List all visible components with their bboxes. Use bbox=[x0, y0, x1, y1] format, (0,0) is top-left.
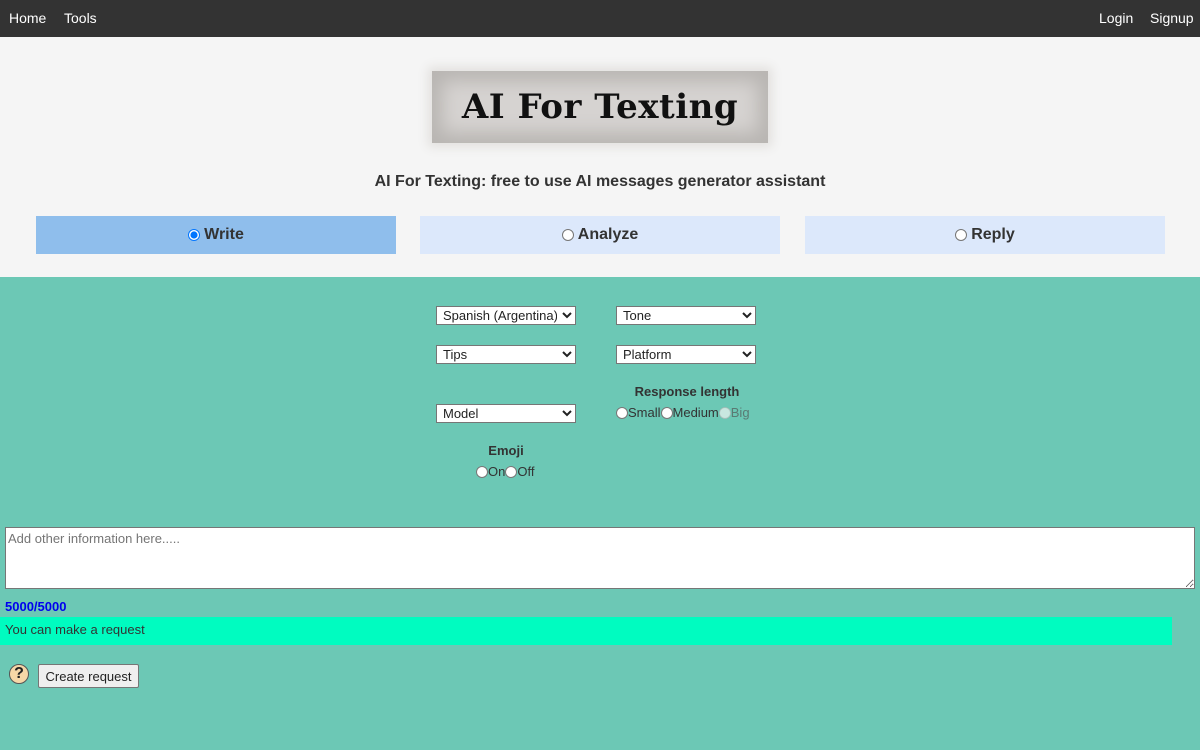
response-length-small-radio[interactable] bbox=[616, 406, 628, 419]
page-subtitle: AI For Texting: free to use AI messages … bbox=[374, 173, 826, 190]
response-length-medium-label: Medium bbox=[672, 405, 719, 420]
tab-write-label: Write bbox=[204, 226, 244, 243]
nav-login-link[interactable]: Login bbox=[1099, 0, 1133, 36]
emoji-title: Emoji bbox=[488, 443, 524, 458]
emoji-off-radio[interactable] bbox=[505, 465, 518, 478]
nav-home-link[interactable]: Home bbox=[9, 0, 46, 36]
tone-select[interactable]: Tone bbox=[616, 306, 756, 325]
model-select[interactable]: Model bbox=[436, 404, 576, 423]
response-length-big-radio[interactable] bbox=[718, 406, 731, 419]
tab-write[interactable]: Write bbox=[36, 216, 396, 254]
response-length-small-label: Small bbox=[628, 405, 661, 420]
tips-select[interactable]: Tips bbox=[436, 345, 576, 364]
tab-analyze-radio[interactable] bbox=[561, 229, 574, 241]
site-logo: AI For Texting bbox=[432, 71, 768, 143]
logo-text: AI For Texting bbox=[461, 87, 739, 127]
response-length-title: Response length bbox=[634, 384, 740, 399]
page-header: AI For Texting AI For Texting: free to u… bbox=[0, 37, 1200, 277]
emoji-on-radio[interactable] bbox=[476, 465, 488, 478]
tab-reply-label: Reply bbox=[971, 226, 1015, 243]
tab-analyze[interactable]: Analyze bbox=[420, 216, 780, 254]
emoji-on-label: On bbox=[488, 464, 506, 479]
status-message: You can make a request bbox=[0, 617, 1172, 645]
tab-reply[interactable]: Reply bbox=[805, 216, 1165, 254]
nav-tools-link[interactable]: Tools bbox=[64, 0, 97, 36]
help-symbol: ? bbox=[14, 665, 24, 682]
platform-select[interactable]: Platform bbox=[616, 345, 756, 364]
emoji-off-label: Off bbox=[517, 464, 535, 479]
create-request-button[interactable]: Create request bbox=[38, 664, 139, 688]
tab-reply-radio[interactable] bbox=[955, 229, 968, 241]
response-length-big-label: Big bbox=[730, 405, 750, 420]
emoji-group: On Off bbox=[476, 464, 534, 479]
top-nav: Home Tools Login Signup bbox=[0, 0, 1200, 37]
tab-write-radio[interactable] bbox=[188, 229, 201, 241]
nav-signup-link[interactable]: Signup bbox=[1150, 0, 1194, 36]
info-textarea[interactable] bbox=[5, 527, 1195, 589]
help-icon[interactable]: ? bbox=[9, 664, 29, 684]
response-length-group: Small Medium Big bbox=[616, 405, 750, 420]
language-select[interactable]: Spanish (Argentina) - es bbox=[436, 306, 576, 325]
tab-analyze-label: Analyze bbox=[577, 226, 639, 243]
response-length-medium-radio[interactable] bbox=[660, 406, 673, 419]
char-counter: 5000/5000 bbox=[5, 599, 67, 614]
